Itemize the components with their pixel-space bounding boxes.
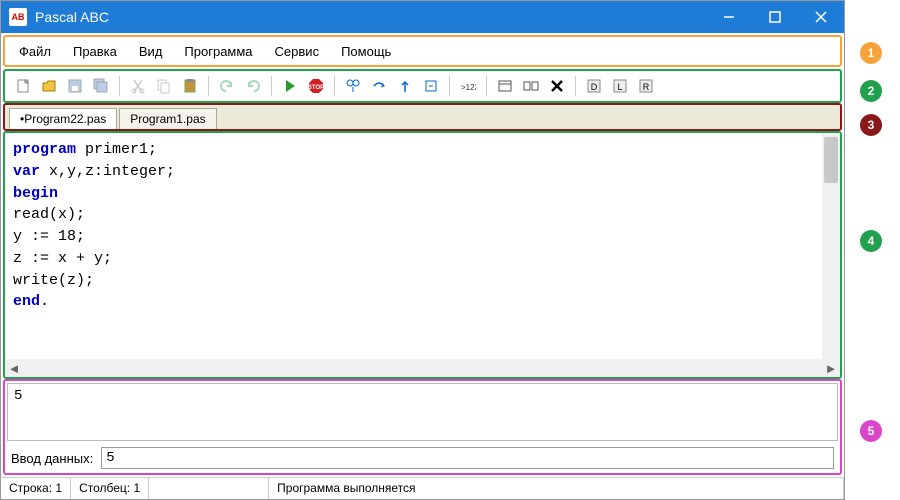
editor-tab[interactable]: •Program22.pas	[9, 108, 117, 129]
separator	[271, 76, 272, 96]
svg-text:R: R	[643, 82, 650, 92]
run-button[interactable]	[278, 74, 302, 98]
separator	[449, 76, 450, 96]
code-line: program primer1;	[13, 139, 814, 161]
save-all-button[interactable]	[89, 74, 113, 98]
run-to-cursor-button[interactable]	[419, 74, 443, 98]
callout-3: 3	[860, 114, 882, 136]
tabbar: •Program22.pasProgram1.pas	[3, 103, 842, 131]
code-line: y := 18;	[13, 226, 814, 248]
callout-2: 2	[860, 80, 882, 102]
vertical-scrollbar[interactable]	[822, 133, 840, 359]
window-title: Pascal ABC	[35, 9, 706, 25]
close-button[interactable]	[798, 1, 844, 33]
minimize-button[interactable]	[706, 1, 752, 33]
close-tab-button[interactable]	[545, 74, 569, 98]
tool-r-button[interactable]: R	[634, 74, 658, 98]
windows-button[interactable]	[519, 74, 543, 98]
menu-правка[interactable]: Правка	[69, 42, 121, 61]
code-editor[interactable]: program primer1;var x,y,z:integer;beginr…	[5, 133, 822, 359]
callout-4: 4	[860, 230, 882, 252]
scroll-left-icon[interactable]: ◄	[5, 361, 23, 376]
scroll-right-icon[interactable]: ►	[822, 361, 840, 376]
step-into-button[interactable]	[341, 74, 365, 98]
code-line: z := x + y;	[13, 248, 814, 270]
titlebar: AB Pascal ABC	[1, 1, 844, 33]
menu-сервис[interactable]: Сервис	[271, 42, 324, 61]
menu-помощь[interactable]: Помощь	[337, 42, 395, 61]
status-line: Строка: 1	[1, 478, 71, 499]
maximize-button[interactable]	[752, 1, 798, 33]
stop-button[interactable]: STOP	[304, 74, 328, 98]
separator	[208, 76, 209, 96]
separator	[119, 76, 120, 96]
code-line: end.	[13, 291, 814, 313]
paste-button[interactable]	[178, 74, 202, 98]
code-line: begin	[13, 183, 814, 205]
step-over-button[interactable]	[367, 74, 391, 98]
toolbar: STOP >123 D L R	[3, 69, 842, 103]
menu-файл[interactable]: Файл	[15, 42, 55, 61]
redo-button[interactable]	[241, 74, 265, 98]
separator	[575, 76, 576, 96]
svg-text:STOP: STOP	[308, 85, 324, 91]
input-label: Ввод данных:	[11, 451, 93, 466]
status-message: Программа выполняется	[269, 478, 844, 499]
separator	[334, 76, 335, 96]
tool-l-button[interactable]: L	[608, 74, 632, 98]
menu-вид[interactable]: Вид	[135, 42, 167, 61]
menubar: Файл Правка Вид Программа Сервис Помощь	[3, 35, 842, 67]
status-bar: Строка: 1 Столбец: 1 Программа выполняет…	[1, 477, 844, 499]
svg-text:L: L	[617, 82, 622, 92]
code-line: write(z);	[13, 270, 814, 292]
annotation-callouts: 1 2 3 4 5	[846, 0, 900, 500]
code-line: var x,y,z:integer;	[13, 161, 814, 183]
output-panel: 5	[7, 383, 838, 441]
editor-tab[interactable]: Program1.pas	[119, 108, 216, 129]
cut-button[interactable]	[126, 74, 150, 98]
tool-d-button[interactable]: D	[582, 74, 606, 98]
new-file-button[interactable]	[11, 74, 35, 98]
callout-1: 1	[860, 42, 882, 64]
save-button[interactable]	[63, 74, 87, 98]
undo-button[interactable]	[215, 74, 239, 98]
callout-5: 5	[860, 420, 882, 442]
horizontal-scrollbar[interactable]: ◄ ►	[5, 359, 840, 377]
stdin-input[interactable]	[101, 447, 834, 469]
svg-text:>123: >123	[461, 83, 476, 92]
status-column: Столбец: 1	[71, 478, 149, 499]
svg-text:D: D	[591, 82, 598, 92]
step-out-button[interactable]	[393, 74, 417, 98]
copy-button[interactable]	[152, 74, 176, 98]
watch-button[interactable]: >123	[456, 74, 480, 98]
menu-программа[interactable]: Программа	[180, 42, 256, 61]
separator	[486, 76, 487, 96]
app-icon: AB	[9, 8, 27, 26]
status-empty	[149, 478, 269, 499]
code-line: read(x);	[13, 204, 814, 226]
window-button[interactable]	[493, 74, 517, 98]
open-file-button[interactable]	[37, 74, 61, 98]
